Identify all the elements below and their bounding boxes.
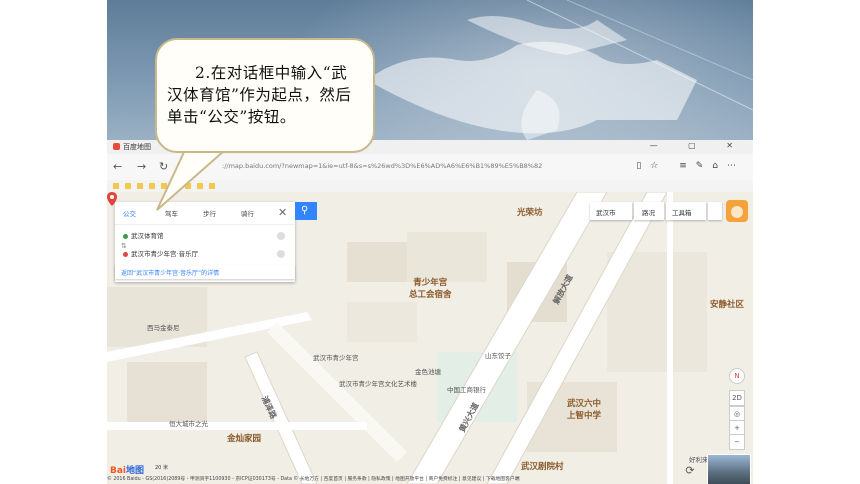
instruction-text: 2.在对话框中输入“武汉体育馆”作为起点，然后单击“公交”按钮。	[167, 64, 352, 126]
map-label-jincan: 金灿家园	[227, 434, 262, 444]
end-field[interactable]: 武汉市青少年宫·音乐厅	[123, 248, 285, 262]
avatar[interactable]	[726, 200, 748, 222]
toolbox-label[interactable]: 工具箱	[672, 207, 692, 217]
clear-end-icon[interactable]	[277, 250, 285, 258]
window-controls[interactable]: — ▢ ✕	[650, 141, 747, 150]
instruction-bubble: 2.在对话框中输入“武汉体育馆”作为起点，然后单击“公交”按钮。	[155, 38, 375, 211]
map-label-juyuan: 武汉剧院村	[521, 462, 564, 472]
map-label-anjing: 安静社区	[710, 300, 745, 310]
compass-icon[interactable]: N	[729, 368, 745, 384]
end-dot-icon	[123, 252, 128, 257]
map-label-qingshaonian: 青少年宫 总工会宿舍	[409, 278, 452, 300]
map-footer: © 2016 Baidu - GS(2016)2089号 - 甲测资字11009…	[107, 477, 520, 482]
map-poi-2[interactable]: 金色池塘	[415, 366, 441, 376]
zoom-out-button[interactable]: −	[729, 434, 745, 450]
clear-start-icon[interactable]	[277, 232, 285, 240]
slide: 百度地图 — ▢ ✕ ← → ↻ ://map.baidu.com/?newma…	[107, 0, 753, 484]
end-value[interactable]: 武汉市青少年宫·音乐厅	[131, 250, 198, 258]
browser-toolbar-icons[interactable]: ▯☆ ≡✎⌂⋯	[636, 161, 745, 171]
return-detail-link[interactable]: 返回“武汉市青少年宫·音乐厅”的详情	[115, 265, 295, 279]
traffic-label[interactable]: 路况	[642, 207, 655, 217]
map-poi-1[interactable]: 武汉市青少年宫文化艺术楼	[339, 378, 417, 388]
start-value[interactable]: 武汉体育馆	[131, 232, 164, 240]
favorite-icon[interactable]	[125, 183, 131, 189]
map-scale: 20 米	[155, 465, 168, 471]
back-icon[interactable]: ←	[113, 160, 122, 173]
baidu-map-tab-icon	[113, 143, 120, 150]
tab-title[interactable]: 百度地图	[123, 142, 151, 152]
map-poi-7[interactable]: 恒大城市之光	[169, 418, 208, 428]
city-selector[interactable]: 武汉市	[590, 202, 632, 220]
map-label-guangrongfang: 光荣坊	[517, 208, 543, 218]
start-field[interactable]: 武汉体育馆	[123, 230, 285, 244]
forward-icon[interactable]: →	[137, 160, 146, 173]
favorite-icon[interactable]	[137, 183, 143, 189]
message-icon[interactable]	[708, 202, 722, 220]
street-view-thumbnail[interactable]	[707, 454, 751, 484]
traffic-button[interactable]: 路况	[634, 202, 664, 220]
detail-link-text[interactable]: 返回“武汉市青少年宫·音乐厅”的详情	[121, 268, 219, 277]
favorite-icon[interactable]	[113, 183, 119, 189]
swap-icon[interactable]: ⇅	[121, 242, 127, 250]
map-label-wuhan-six: 武汉六中 上智中学	[567, 399, 602, 421]
start-dot-icon	[123, 234, 128, 239]
map-poi-6[interactable]: 西马金泰尼	[147, 322, 180, 332]
map-canvas[interactable]: 光荣坊 青少年宫 总工会宿舍 安静社区 金灿家园 武汉六中 上智中学 武汉剧院村…	[107, 192, 753, 484]
map-poi-4[interactable]: 中国工商银行	[447, 384, 486, 394]
map-poi-main[interactable]: 武汉市青少年宫	[313, 352, 359, 362]
mode-2d-button[interactable]: 2D	[729, 390, 745, 406]
map-poi-3[interactable]: 山东饺子	[485, 350, 511, 360]
city-label[interactable]: 武汉市	[596, 207, 616, 217]
tab-bus[interactable]: 公交	[123, 208, 136, 218]
toolbox-button[interactable]: 工具箱	[666, 202, 706, 220]
